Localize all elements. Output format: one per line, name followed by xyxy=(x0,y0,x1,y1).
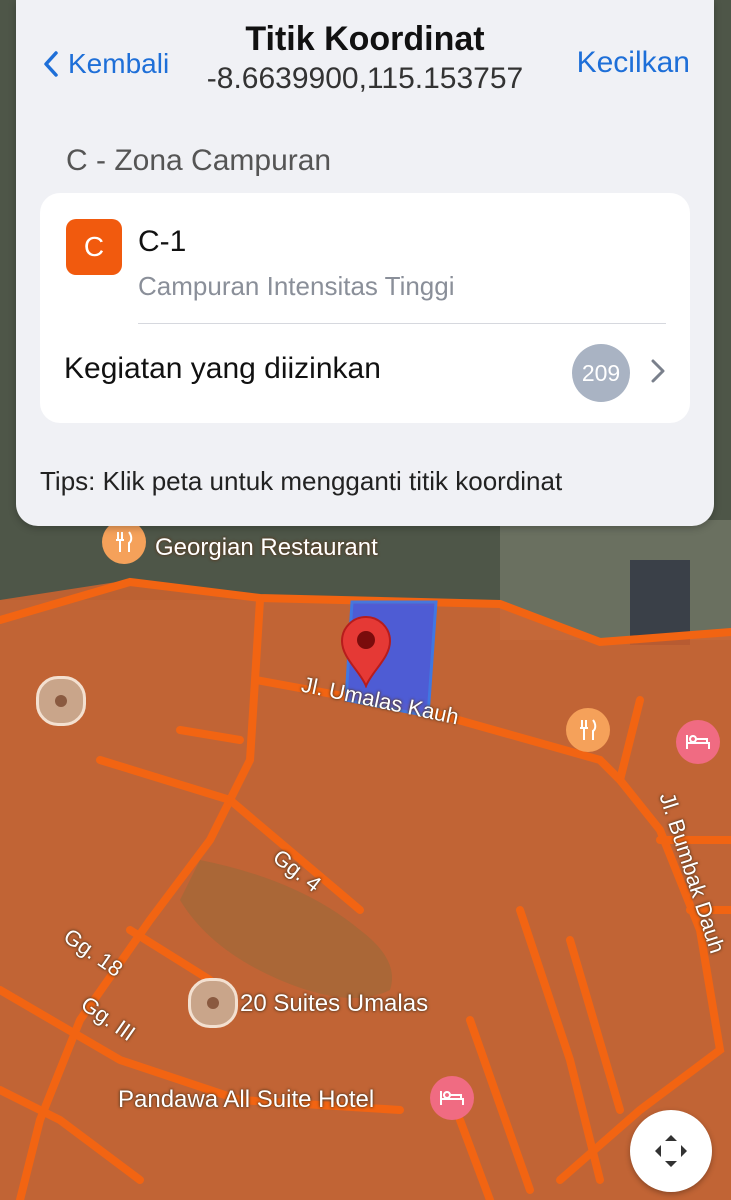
hotel-icon[interactable] xyxy=(430,1076,474,1120)
zone-description: Campuran Intensitas Tinggi xyxy=(138,271,455,301)
restaurant-icon-2[interactable] xyxy=(566,708,610,752)
restaurant-icon[interactable] xyxy=(102,520,146,564)
hotel-icon-2[interactable] xyxy=(676,720,720,764)
location-pin-icon xyxy=(340,616,392,688)
place-icon-2[interactable] xyxy=(36,676,86,726)
chevron-right-icon xyxy=(651,359,665,383)
coordinate-panel: Kembali Titik Koordinat -8.6639900,115.1… xyxy=(16,0,714,526)
zone-code: C-1 xyxy=(138,225,187,258)
activities-count-badge: 209 xyxy=(572,344,630,402)
allowed-activities-label: Kegiatan yang diizinkan xyxy=(64,352,381,385)
map-label-hotel[interactable]: Pandawa All Suite Hotel xyxy=(118,1086,374,1114)
map-label-suites[interactable]: 20 Suites Umalas xyxy=(240,990,428,1018)
allowed-activities-row[interactable]: Kegiatan yang diizinkan 209 xyxy=(40,324,690,423)
tips-text: Tips: Klik peta untuk mengganti titik ko… xyxy=(40,466,563,496)
zone-card: C C-1 Campuran Intensitas Tinggi Kegiata… xyxy=(40,193,690,423)
minimize-button[interactable]: Kecilkan xyxy=(577,46,690,80)
place-icon[interactable] xyxy=(188,978,238,1028)
map-label-restaurant[interactable]: Georgian Restaurant xyxy=(155,534,378,562)
recenter-button[interactable] xyxy=(630,1110,712,1192)
zone-section-title: C - Zona Campuran xyxy=(66,144,332,177)
zone-badge: C xyxy=(66,219,122,275)
fullscreen-icon xyxy=(655,1135,687,1167)
